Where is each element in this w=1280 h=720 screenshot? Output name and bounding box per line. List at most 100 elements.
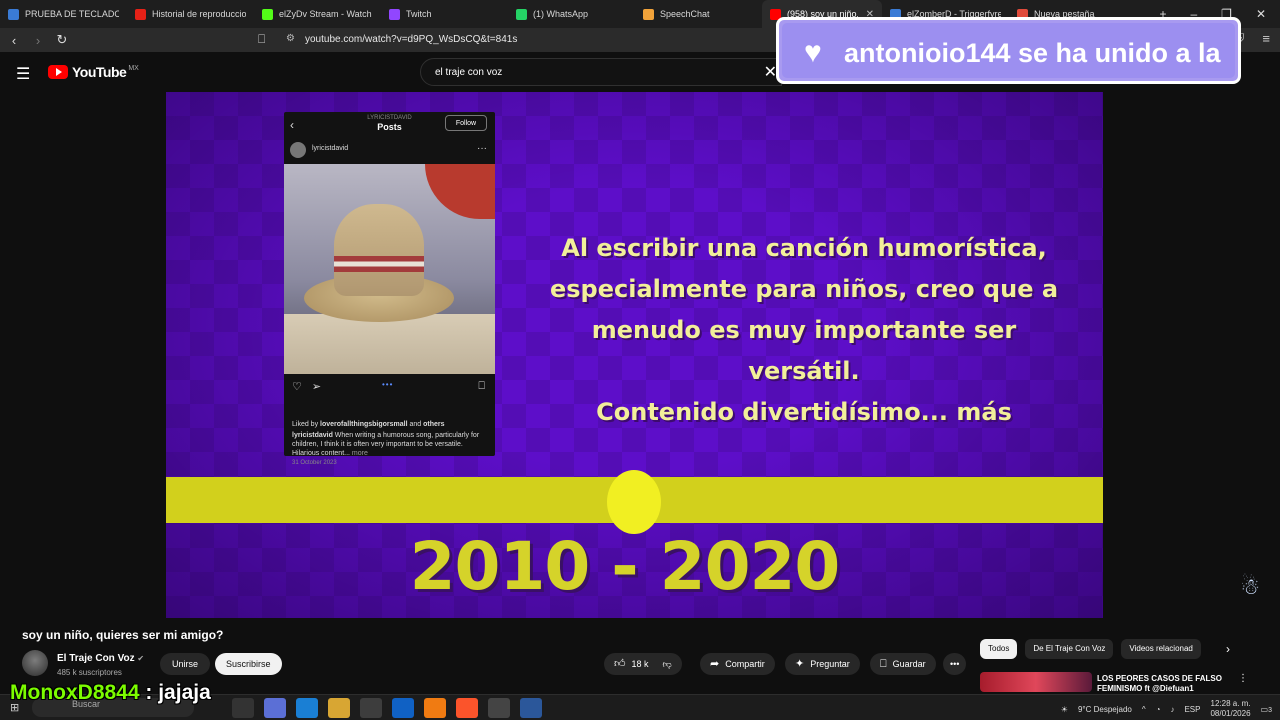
- send-icon: ➢: [311, 381, 322, 393]
- carousel-dots: •••: [382, 380, 394, 389]
- browser-tab[interactable]: Twitch: [381, 0, 508, 28]
- clock-time: 12:28 a. m.: [1210, 699, 1251, 708]
- instagram-post-screenshot: ‹ LYRICISTDAVID Posts Follow lyricistdav…: [284, 112, 495, 466]
- stream-join-notification: ♥ antonioio144 se ha unido a la: [776, 17, 1241, 84]
- recommendation-title[interactable]: LOS PEORES CASOS DE FALSO FEMINISMO ft @…: [1097, 674, 1232, 694]
- chat-text: jajaja: [158, 681, 211, 704]
- browser-menu-icon[interactable]: ≡: [1262, 31, 1270, 47]
- channel-name[interactable]: El Traje Con Voz ✔: [57, 653, 144, 664]
- notification-center-icon[interactable]: ▭3: [1261, 705, 1272, 714]
- quote-line: Al escribir una canción humorística,: [561, 234, 1047, 262]
- chip-related[interactable]: Videos relacionad: [1121, 639, 1201, 659]
- word-icon[interactable]: [520, 698, 542, 718]
- hat-crown: [334, 204, 424, 296]
- quote-line: menudo es muy importante ser versátil.: [591, 316, 1017, 385]
- tab-favicon-icon: [8, 8, 19, 20]
- logo-text: YouTube: [72, 64, 127, 80]
- chevron-right-icon[interactable]: ›: [1226, 642, 1230, 656]
- chip-all[interactable]: Todos: [980, 639, 1018, 659]
- share-button[interactable]: ➦ Compartir: [700, 653, 775, 675]
- thumbs-down-icon[interactable]: 👎︎: [663, 659, 672, 669]
- tab-label: SpeechChat: [660, 9, 710, 19]
- save-bookmark-icon: ⎕: [478, 380, 485, 392]
- screen: PRUEBA DE TECLADO | On Historial de repro…: [0, 0, 1280, 720]
- browser-tab[interactable]: (1) WhatsApp: [508, 0, 635, 28]
- taskbar-apps: [232, 698, 542, 718]
- search-input[interactable]: el traje con voz: [435, 67, 502, 78]
- weather-text[interactable]: 9°C Despejado: [1078, 705, 1132, 714]
- thumbs-up-icon: 👍︎: [614, 658, 626, 670]
- sparkle-icon: ✦: [795, 658, 805, 670]
- tray-chevron-icon[interactable]: ^: [1142, 705, 1146, 714]
- recommendation-thumbnail[interactable]: [980, 672, 1092, 692]
- notification-text: antonioio144 se ha unido a la: [844, 38, 1221, 68]
- clock-date: 08/01/2026: [1210, 709, 1251, 718]
- browser-tab[interactable]: Historial de reproducciones: [127, 0, 254, 28]
- more-actions-button[interactable]: •••: [943, 653, 967, 675]
- heart-outline-icon: ♡: [292, 381, 302, 393]
- region-code: MX: [128, 64, 139, 72]
- browser-tab[interactable]: PRUEBA DE TECLADO | On: [0, 0, 127, 28]
- brave-icon[interactable]: [456, 698, 478, 718]
- edge-icon[interactable]: [296, 698, 318, 718]
- mail-icon[interactable]: [392, 698, 414, 718]
- copilot-icon[interactable]: [264, 698, 286, 718]
- speaker-icon[interactable]: ♪: [1170, 705, 1174, 714]
- youtube-play-icon: [48, 65, 68, 79]
- recommendation-menu-icon[interactable]: ⋮: [1238, 673, 1248, 684]
- task-view-icon[interactable]: [232, 698, 254, 718]
- video-player[interactable]: ‹ LYRICISTDAVID Posts Follow lyricistdav…: [166, 92, 1103, 618]
- post-caption: lyricistdavid When writing a humorous so…: [292, 432, 480, 457]
- bookmark-icon[interactable]: ⎕: [258, 32, 265, 47]
- clear-search-icon[interactable]: ✕: [764, 62, 777, 82]
- browser-tab[interactable]: elZyDv Stream - Watch Live: [254, 0, 381, 28]
- weather-icon: ☀: [1060, 704, 1068, 714]
- search-box[interactable]: el traje con voz ✕: [420, 58, 782, 86]
- youtube-logo[interactable]: YouTube MX: [48, 64, 139, 80]
- reload-icon[interactable]: ↻: [52, 32, 72, 48]
- tab-favicon-icon: [262, 8, 273, 20]
- like-button[interactable]: 👍︎ 18 k 👎︎: [604, 653, 682, 675]
- notification-body: ♥ antonioio144 se ha unido a la: [782, 23, 1235, 78]
- heart-icon: ♥: [804, 36, 822, 69]
- vlc-icon[interactable]: [424, 698, 446, 718]
- site-info-icon[interactable]: ⚙: [286, 33, 295, 44]
- streamer-avatar-icon: ☃: [1240, 574, 1260, 599]
- chip-from-channel[interactable]: De El Traje Con Voz: [1025, 639, 1114, 659]
- system-tray: ☀ 9°C Despejado ^ ◔ ♪ ESP 12:28 a. m. 08…: [1061, 699, 1272, 719]
- post-username: lyricistdavid: [312, 145, 349, 152]
- tab-label: Twitch: [406, 9, 432, 19]
- post-liked-by: Liked by loverofallthingsbigorsmall and …: [292, 421, 445, 428]
- year-range: 2010 - 2020: [409, 528, 841, 605]
- hat-photo: [284, 164, 495, 374]
- menu-icon[interactable]: ☰: [16, 64, 30, 84]
- tab-favicon-icon: [389, 8, 400, 20]
- clock[interactable]: 12:28 a. m. 08/01/2026: [1210, 699, 1250, 719]
- save-button[interactable]: ⎕ Guardar: [870, 653, 936, 675]
- close-window-icon[interactable]: ✕: [1256, 7, 1266, 21]
- join-button[interactable]: Unirse: [160, 653, 211, 675]
- file-explorer-icon[interactable]: [328, 698, 350, 718]
- chat-separator: :: [139, 681, 159, 704]
- hat-band: [334, 256, 424, 272]
- ask-button[interactable]: ✦ Preguntar: [785, 653, 860, 675]
- chat-username: MonoxD8844: [10, 681, 140, 704]
- subscribe-button[interactable]: Suscribirse: [215, 653, 282, 675]
- back-icon[interactable]: ‹: [4, 33, 24, 48]
- translated-quote: Al escribir una canción humorística, esp…: [544, 228, 1064, 433]
- tab-label: (1) WhatsApp: [533, 9, 589, 19]
- store-icon[interactable]: [360, 698, 382, 718]
- save-icon: ⎕: [880, 658, 887, 670]
- language-indicator[interactable]: ESP: [1184, 705, 1200, 714]
- quote-line: especialmente para niños, creo que a: [549, 275, 1059, 303]
- wifi-icon[interactable]: ◔: [1156, 705, 1161, 714]
- quote-line: Contenido divertidísimo... más: [596, 398, 1012, 426]
- tab-favicon-icon: [516, 8, 527, 20]
- post-actions: ♡ ➢: [292, 380, 321, 393]
- more-icon: •••: [950, 659, 960, 669]
- channel-avatar[interactable]: [22, 650, 48, 676]
- obs-icon[interactable]: [488, 698, 510, 718]
- browser-tab[interactable]: SpeechChat: [635, 0, 762, 28]
- url-field[interactable]: youtube.com/watch?v=d9PQ_WsDsCQ&t=841s: [305, 34, 517, 45]
- forward-icon[interactable]: ›: [28, 33, 48, 48]
